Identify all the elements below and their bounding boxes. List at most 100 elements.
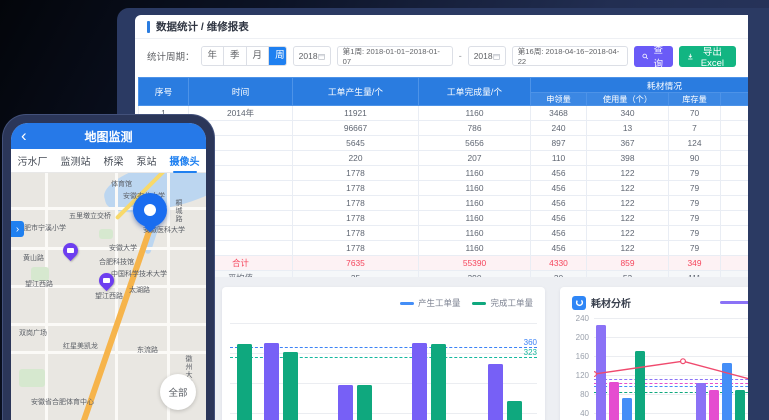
table-cell: 13 — [587, 121, 669, 136]
period-option-季[interactable]: 季 — [223, 47, 246, 65]
report-table: 序号时间工单产生量/个工单完成量/个耗材情况申领量使用量（个）库存量余量 120… — [138, 77, 748, 286]
table-row[interactable]: 177811604561227967 — [139, 181, 749, 196]
selected-marker-icon[interactable] — [133, 193, 167, 227]
table-cell: 122 — [587, 181, 669, 196]
table-cell: 456 — [531, 166, 587, 181]
table-row[interactable]: 96667786240137690 — [139, 121, 749, 136]
map-label: 中国科学技术大学 — [111, 269, 167, 279]
y-tick-200: 200 — [567, 333, 589, 342]
table-cell: 7635 — [293, 256, 419, 271]
bar-完成工单量-4[interactable] — [431, 344, 446, 420]
y-tick-40: 40 — [567, 409, 589, 418]
phone-screen: ‹ 地图监测 污水厂监测站桥梁泵站摄像头 体育馆安徽农业大 — [11, 123, 206, 420]
map-label: 望江西路 — [25, 279, 53, 289]
tab-监测站[interactable]: 监测站 — [61, 150, 91, 171]
table-row[interactable]: 56455656897367124129 — [139, 136, 749, 151]
table-cell: 79 — [669, 226, 721, 241]
table-cell: 67 — [721, 181, 749, 196]
map-expand-button[interactable]: › — [11, 221, 24, 237]
analysis-chart-icon — [572, 296, 586, 310]
map-all-button[interactable]: 全部 — [160, 374, 196, 410]
bar-完成工单量-5[interactable] — [507, 401, 522, 420]
breadcrumb: 数据统计 / 维修报表 — [156, 19, 249, 34]
table-row[interactable]: 12014年119211160346834070250 — [139, 106, 749, 121]
bar-完成工单量-2[interactable] — [283, 352, 298, 420]
tab-桥梁[interactable]: 桥梁 — [104, 150, 124, 171]
filter-bar: 统计周期： 年季月周日 2018 第1周: 2018-01-01~2018-01… — [135, 39, 748, 73]
map-view[interactable]: 体育馆安徽农业大学五里墩立交桥合肥市宁溪小学安徽医科大学桐城路安徽大学黄山路合肥… — [11, 173, 206, 420]
table-cell: 250 — [721, 106, 749, 121]
table-cell: 1160 — [419, 166, 531, 181]
end-week-picker[interactable]: 第16周: 2018-04-16~2018-04-22 — [512, 46, 628, 66]
y-tick-120: 120 — [567, 371, 589, 380]
bar-完成工单量-3[interactable] — [357, 385, 372, 420]
bar-产生工单量-4[interactable] — [412, 343, 427, 420]
table-cell: 129 — [721, 136, 749, 151]
table-cell: 79 — [669, 181, 721, 196]
start-year-picker[interactable]: 2018 — [293, 46, 331, 66]
bar-产生工单量-5[interactable] — [488, 364, 503, 420]
table-cell: 456 — [531, 181, 587, 196]
legend-item-completed[interactable]: 完成工单量 — [472, 297, 533, 309]
legend-swatch-created — [400, 302, 414, 305]
table-cell: 96667 — [293, 121, 419, 136]
table-cell: 220 — [293, 151, 419, 166]
table-cell: 11921 — [293, 106, 419, 121]
map-label: 太湖路 — [129, 285, 150, 295]
bar-产生工单量-3[interactable] — [338, 385, 353, 420]
consumables-chart-card: 耗材分析 2402001601208040 — [560, 287, 748, 420]
table-cell: 1778 — [293, 181, 419, 196]
reference-label-360: 360 — [524, 338, 537, 347]
legend-item-created[interactable]: 产生工单量 — [400, 297, 461, 309]
bar-完成工单量-1[interactable] — [237, 344, 252, 420]
map-label: 望江西路 — [95, 291, 123, 301]
calendar-icon — [493, 52, 500, 61]
back-icon[interactable]: ‹ — [21, 124, 27, 148]
bar-产生工单量-2[interactable] — [264, 343, 279, 420]
reference-label-323: 323 — [524, 348, 537, 357]
table-cell: 3468 — [531, 106, 587, 121]
phone-app-title: 地图监测 — [84, 128, 132, 145]
end-week-value: 第16周: 2018-04-16~2018-04-22 — [518, 46, 622, 66]
map-label: 体育馆 — [111, 179, 132, 189]
table-cell: 122 — [587, 226, 669, 241]
table-row[interactable]: 177811604561227967 — [139, 211, 749, 226]
table-row[interactable]: 177811604561227967 — [139, 196, 749, 211]
y-tick-240: 240 — [567, 314, 589, 323]
phone-mockup: ‹ 地图监测 污水厂监测站桥梁泵站摄像头 体育馆安徽农业大 — [2, 114, 215, 420]
table-cell: 1160 — [419, 211, 531, 226]
start-week-picker[interactable]: 第1周: 2018-01-01~2018-01-07 — [337, 46, 453, 66]
table-cell: 456 — [531, 241, 587, 256]
table-cell: 79 — [669, 196, 721, 211]
map-label: 桐城路 — [173, 199, 183, 223]
map-label: 双岗广场 — [19, 328, 47, 338]
end-year-picker[interactable]: 2018 — [468, 46, 506, 66]
period-group: 年季月周日 — [201, 46, 287, 66]
camera-marker-icon[interactable] — [60, 240, 81, 261]
table-cell: 90 — [669, 151, 721, 166]
table-row[interactable]: 177811604561227967 — [139, 241, 749, 256]
tab-泵站[interactable]: 泵站 — [137, 150, 157, 171]
tab-污水厂[interactable]: 污水厂 — [18, 150, 48, 171]
query-button[interactable]: 查询 — [634, 46, 673, 67]
map-label: 黄山路 — [23, 253, 44, 263]
table-row[interactable]: 177811604561227967 — [139, 166, 749, 181]
created-header: 工单产生量/个 — [293, 78, 419, 106]
period-option-周[interactable]: 周 — [268, 47, 287, 65]
export-excel-button[interactable]: 导出Excel — [679, 46, 736, 67]
query-label: 查询 — [651, 42, 665, 70]
workorder-chart-card: 产生工单量 完成工单量 360323 — [222, 287, 545, 420]
table-row[interactable]: 177811604561227967 — [139, 226, 749, 241]
map-label: 安徽大学 — [109, 243, 137, 253]
period-label: 统计周期： — [147, 49, 195, 63]
tab-摄像头[interactable]: 摄像头 — [170, 150, 200, 171]
period-option-月[interactable]: 月 — [246, 47, 269, 65]
table-cell: 5645 — [293, 136, 419, 151]
table-cell: 456 — [531, 226, 587, 241]
period-option-年[interactable]: 年 — [202, 47, 224, 65]
table-cell: 367 — [587, 136, 669, 151]
table-row[interactable]: 2202071103989019 — [139, 151, 749, 166]
table-cell: 1778 — [293, 211, 419, 226]
table-cell: 70 — [669, 106, 721, 121]
table-cell: 67 — [721, 166, 749, 181]
